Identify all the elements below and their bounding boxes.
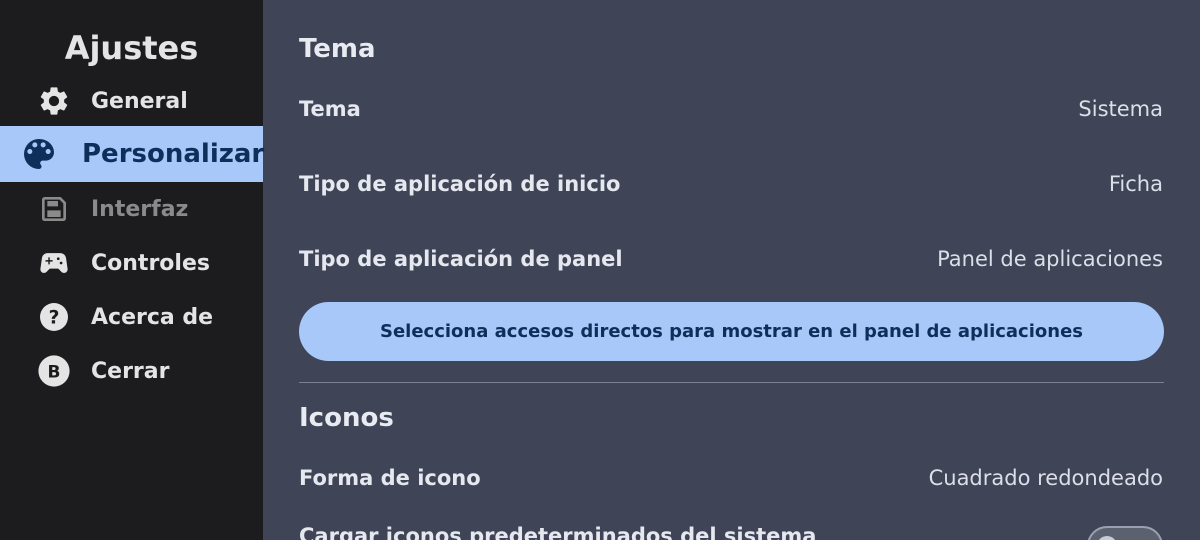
section-title-tema: Tema — [299, 34, 376, 64]
setting-label: Forma de icono — [299, 466, 481, 490]
setting-label: Cargar iconos predeterminados del sistem… — [299, 524, 817, 540]
select-shortcuts-button[interactable]: Selecciona accesos directos para mostrar… — [299, 302, 1164, 361]
sidebar-title: Ajustes — [64, 29, 199, 67]
sidebar-item-label: Acerca de — [91, 304, 214, 330]
sidebar-item-personalizar[interactable]: Personalizar — [0, 126, 265, 182]
setting-value: Sistema — [1078, 97, 1163, 121]
b-button-icon: B — [37, 354, 71, 388]
sidebar-item-label: Controles — [91, 250, 210, 276]
setting-value: Cuadrado redondeado — [928, 466, 1163, 490]
settings-panel: Tema Tema Sistema Tipo de aplicación de … — [263, 0, 1200, 540]
gamepad-icon — [37, 246, 71, 280]
setting-row-tipo-app-inicio[interactable]: Tipo de aplicación de inicio Ficha — [299, 164, 1163, 204]
setting-label: Tipo de aplicación de panel — [299, 247, 623, 271]
sidebar-item-label: General — [91, 88, 188, 114]
palette-icon — [19, 134, 59, 174]
sidebar-item-label: Cerrar — [91, 358, 170, 384]
help-icon: ? — [37, 300, 71, 334]
svg-text:?: ? — [49, 308, 60, 329]
sidebar-item-cerrar[interactable]: B Cerrar — [0, 344, 263, 398]
setting-value: Ficha — [1108, 172, 1163, 196]
setting-value: Panel de aplicaciones — [937, 247, 1163, 271]
setting-label: Tipo de aplicación de inicio — [299, 172, 621, 196]
section-divider — [299, 382, 1164, 383]
sidebar-item-acerca-de[interactable]: ? Acerca de — [0, 290, 263, 344]
setting-row-tipo-app-panel[interactable]: Tipo de aplicación de panel Panel de apl… — [299, 239, 1163, 279]
sidebar-item-general[interactable]: General — [0, 74, 263, 128]
setting-row-cargar-iconos[interactable]: Cargar iconos predeterminados del sistem… — [299, 516, 1163, 540]
sidebar-item-label: Interfaz — [91, 196, 189, 222]
section-title-iconos: Iconos — [299, 403, 394, 433]
load-system-icons-toggle[interactable] — [1087, 526, 1163, 540]
sidebar-item-interfaz[interactable]: Interfaz — [0, 182, 263, 236]
toggle-knob — [1097, 536, 1117, 540]
setting-row-forma-icono[interactable]: Forma de icono Cuadrado redondeado — [299, 458, 1163, 498]
sidebar: Ajustes General Personalizar Interfaz Co… — [0, 0, 265, 540]
sidebar-item-label: Personalizar — [82, 139, 265, 169]
sidebar-item-controles[interactable]: Controles — [0, 236, 263, 290]
gear-icon — [37, 84, 71, 118]
setting-label: Tema — [299, 97, 361, 121]
setting-row-tema[interactable]: Tema Sistema — [299, 89, 1163, 129]
svg-text:B: B — [48, 362, 61, 382]
save-icon — [37, 192, 71, 226]
